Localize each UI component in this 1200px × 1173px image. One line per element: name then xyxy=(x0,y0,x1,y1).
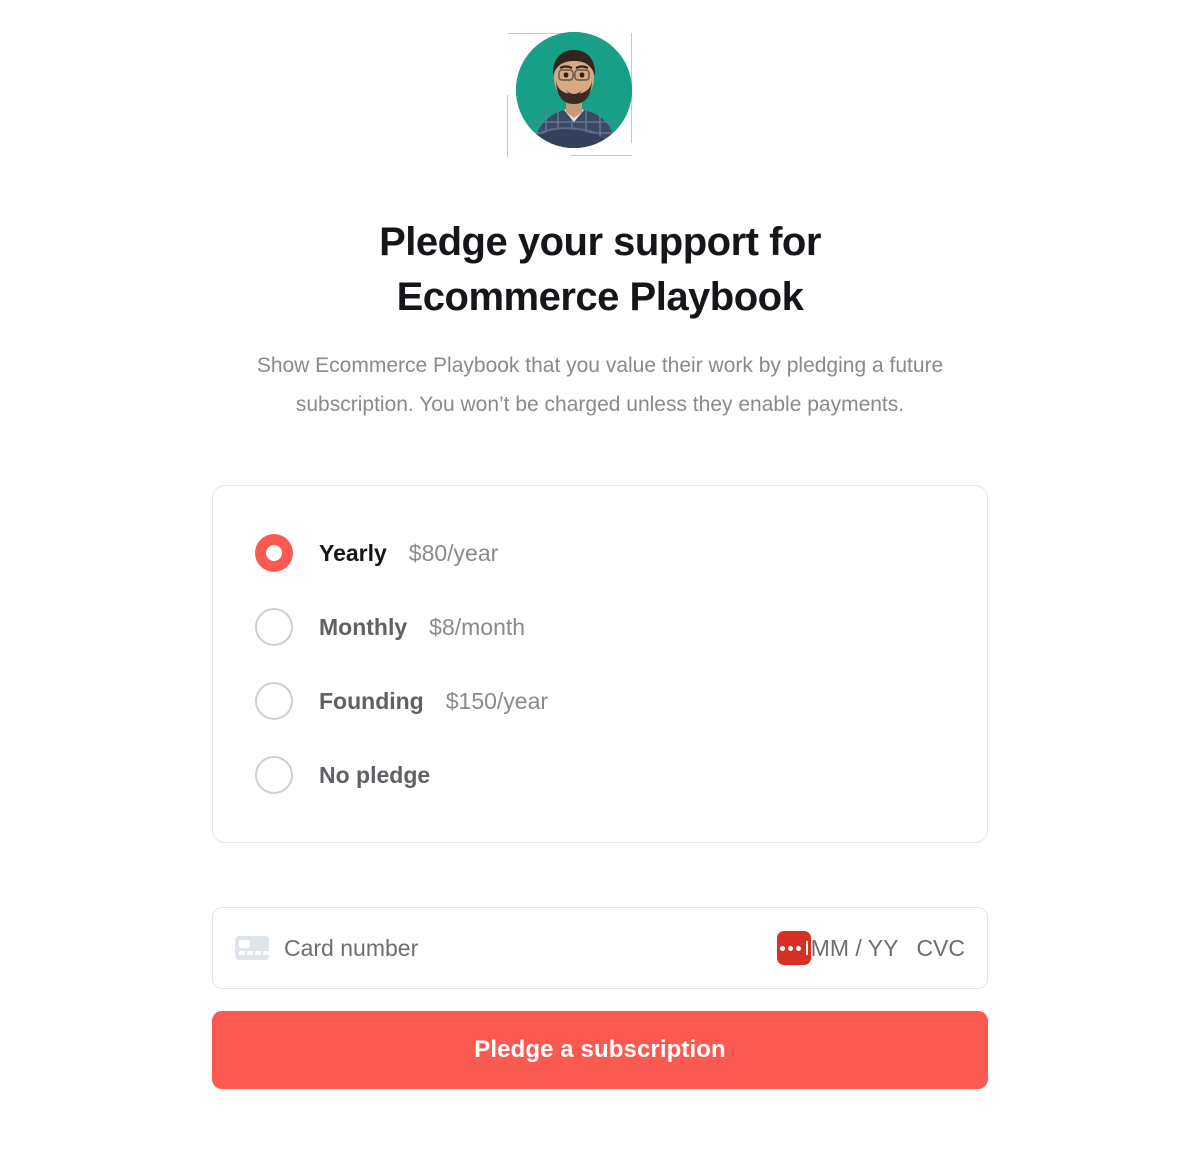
plan-option-yearly[interactable]: Yearly $80/year xyxy=(213,516,987,590)
avatar-block xyxy=(500,22,700,172)
plan-option-price: $150/year xyxy=(445,687,549,714)
page-title-line-2: Ecommerce Playbook xyxy=(396,275,804,319)
credit-card-chip xyxy=(239,940,250,948)
radio-yearly[interactable] xyxy=(255,534,293,572)
masked-input-icon xyxy=(776,931,811,965)
plan-option-label: Founding xyxy=(319,687,424,714)
plan-option-no-pledge[interactable]: No pledge xyxy=(213,738,987,812)
page-title-line-1: Pledge your support for xyxy=(379,220,821,264)
plan-option-label: Yearly xyxy=(319,539,387,566)
credit-card-icon xyxy=(235,936,269,960)
pledge-subscription-button[interactable]: Pledge a subscription xyxy=(212,1011,988,1089)
page-subtitle: Show Ecommerce Playbook that you value t… xyxy=(256,354,944,416)
cvc-placeholder[interactable]: CVC xyxy=(916,935,965,962)
user-photo-avatar-icon xyxy=(516,32,632,148)
pledge-page: Pledge your support for Ecommerce Playbo… xyxy=(0,0,1200,1173)
credit-card-number-bars xyxy=(239,951,269,955)
radio-founding[interactable] xyxy=(255,682,293,720)
plan-option-monthly[interactable]: Monthly $8/month xyxy=(213,590,987,664)
expiry-placeholder[interactable]: MM / YY xyxy=(811,935,899,962)
card-input-field[interactable]: Card number MM / YY CVC xyxy=(212,907,988,989)
expiry-cvc-group: MM / YY CVC xyxy=(811,935,965,962)
plan-option-price: $8/month xyxy=(429,613,526,640)
avatar-frame-bottom-right-line xyxy=(570,155,632,156)
page-title: Pledge your support for Ecommerce Playbo… xyxy=(379,215,821,325)
plan-option-founding[interactable]: Founding $150/year xyxy=(213,664,987,738)
radio-no-pledge[interactable] xyxy=(255,756,293,794)
radio-monthly[interactable] xyxy=(255,608,293,646)
avatar-frame-left-line xyxy=(507,95,508,157)
plan-option-price: $80/year xyxy=(408,539,499,566)
plan-option-label: No pledge xyxy=(319,761,431,788)
card-number-placeholder: Card number xyxy=(284,934,419,961)
avatar xyxy=(516,32,632,148)
plan-options-card: Yearly $80/year Monthly $8/month Foundin… xyxy=(212,485,988,843)
plan-option-label: Monthly xyxy=(319,613,408,640)
